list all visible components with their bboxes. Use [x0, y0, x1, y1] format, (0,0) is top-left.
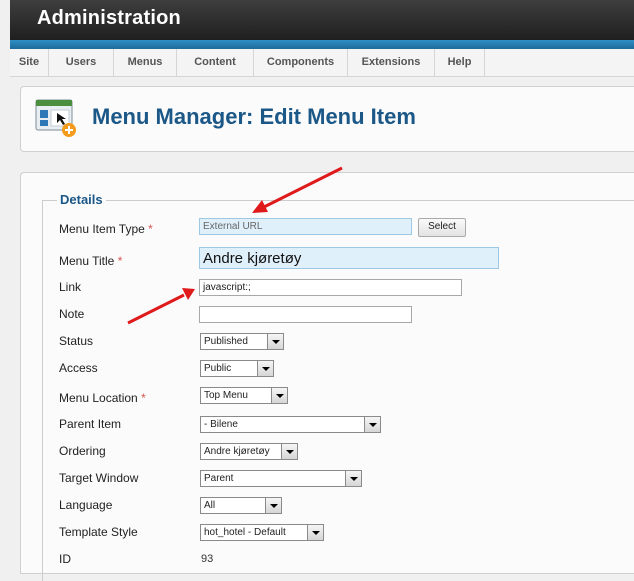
annotation-arrow-link: [127, 288, 195, 325]
annotation-arrows: [127, 166, 343, 325]
annotation-arrow-type: [252, 166, 343, 213]
